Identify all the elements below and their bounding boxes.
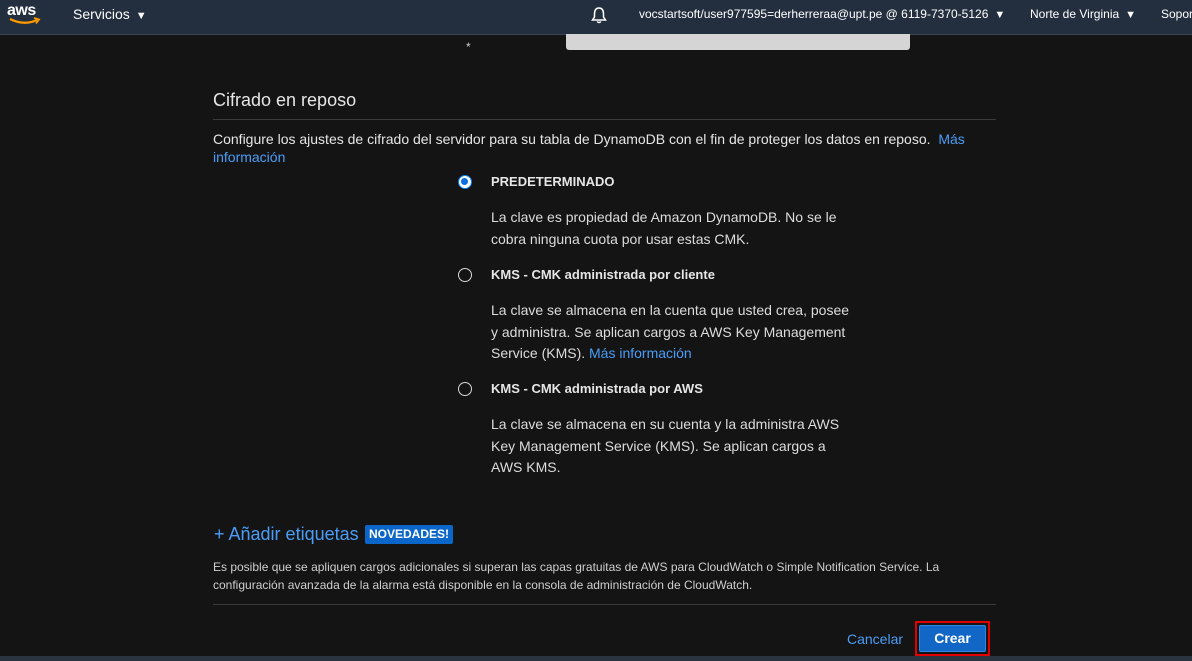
option-title: KMS - CMK administrada por AWS xyxy=(491,381,703,396)
divider xyxy=(213,604,996,605)
create-button[interactable]: Crear xyxy=(919,625,986,652)
top-navigation-bar: aws Servicios ▼ vocstartsoft/user977595=d… xyxy=(0,0,1192,35)
support-menu[interactable]: Sopor xyxy=(1161,7,1192,21)
account-menu[interactable]: vocstartsoft/user977595=derherreraa@upt.… xyxy=(639,7,1005,21)
caret-down-icon: ▼ xyxy=(994,9,1006,21)
divider xyxy=(213,119,996,120)
region-menu[interactable]: Norte de Virginia ▼ xyxy=(1030,7,1136,21)
section-description: Configure los ajustes de cifrado del ser… xyxy=(213,130,983,166)
previous-input-field[interactable] xyxy=(566,34,910,50)
radio-button-customer-cmk[interactable] xyxy=(458,268,472,282)
aws-logo[interactable]: aws xyxy=(7,2,41,28)
section-title: Cifrado en reposo xyxy=(213,90,357,110)
required-marker: * xyxy=(466,40,471,54)
add-tags-link[interactable]: + Añadir etiquetas xyxy=(214,524,359,545)
account-label: vocstartsoft/user977595=derherreraa@upt.… xyxy=(639,7,989,21)
caret-down-icon: ▼ xyxy=(1125,9,1137,21)
support-label: Sopor xyxy=(1161,7,1192,21)
option-title: KMS - CMK administrada por cliente xyxy=(491,267,715,282)
option-description: La clave se almacena en su cuenta y la a… xyxy=(491,416,840,475)
kms-more-info-link[interactable]: Más información xyxy=(589,345,692,361)
new-badge: NOVEDADES! xyxy=(365,525,454,544)
option-description: La clave es propiedad de Amazon DynamoDB… xyxy=(491,209,837,247)
region-label: Norte de Virginia xyxy=(1030,7,1120,21)
bottom-edge xyxy=(0,656,1192,661)
aws-smile-icon xyxy=(9,17,41,25)
cancel-button[interactable]: Cancelar xyxy=(847,631,903,647)
option-description: La clave se almacena en la cuenta que us… xyxy=(491,300,851,365)
radio-button-default[interactable] xyxy=(458,175,472,189)
charges-note: Es posible que se apliquen cargos adicio… xyxy=(213,560,940,592)
services-label: Servicios xyxy=(73,6,130,22)
caret-down-icon: ▼ xyxy=(135,10,147,22)
option-title: PREDETERMINADO xyxy=(491,174,615,189)
services-menu[interactable]: Servicios ▼ xyxy=(73,6,147,22)
description-text: Configure los ajustes de cifrado del ser… xyxy=(213,131,931,147)
radio-button-aws-cmk[interactable] xyxy=(458,382,472,396)
notifications-bell-icon[interactable] xyxy=(589,5,609,25)
